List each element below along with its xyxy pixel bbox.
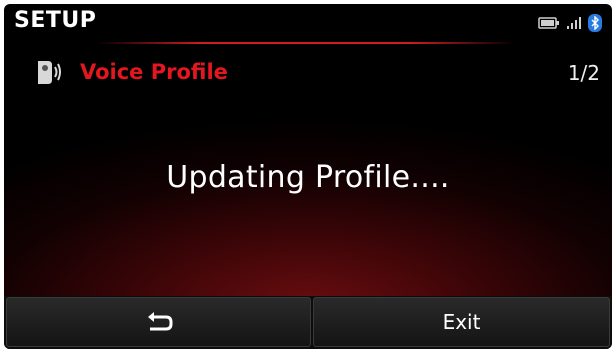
signal-icon — [567, 17, 581, 29]
exit-button-label: Exit — [442, 310, 481, 334]
back-arrow-icon — [147, 312, 172, 331]
voice-profile-icon — [38, 61, 61, 84]
back-button[interactable] — [6, 297, 311, 347]
bluetooth-icon — [588, 14, 602, 32]
header-divider — [96, 42, 516, 44]
battery-icon — [538, 17, 559, 29]
page-title: SETUP — [14, 8, 97, 33]
header-bar: SETUP — [4, 4, 612, 48]
setup-screen: SETUP Voice Profile 1/2 Updating Profile… — [4, 4, 612, 349]
status-message: Updating Profile.... — [166, 160, 450, 195]
voice-profile-title: Voice Profile — [80, 60, 228, 84]
exit-button[interactable]: Exit — [313, 297, 610, 347]
voice-profile-header: Voice Profile 1/2 — [4, 54, 612, 94]
page-indicator: 1/2 — [567, 61, 600, 85]
status-icons — [538, 14, 602, 32]
button-bar: Exit — [4, 296, 612, 349]
